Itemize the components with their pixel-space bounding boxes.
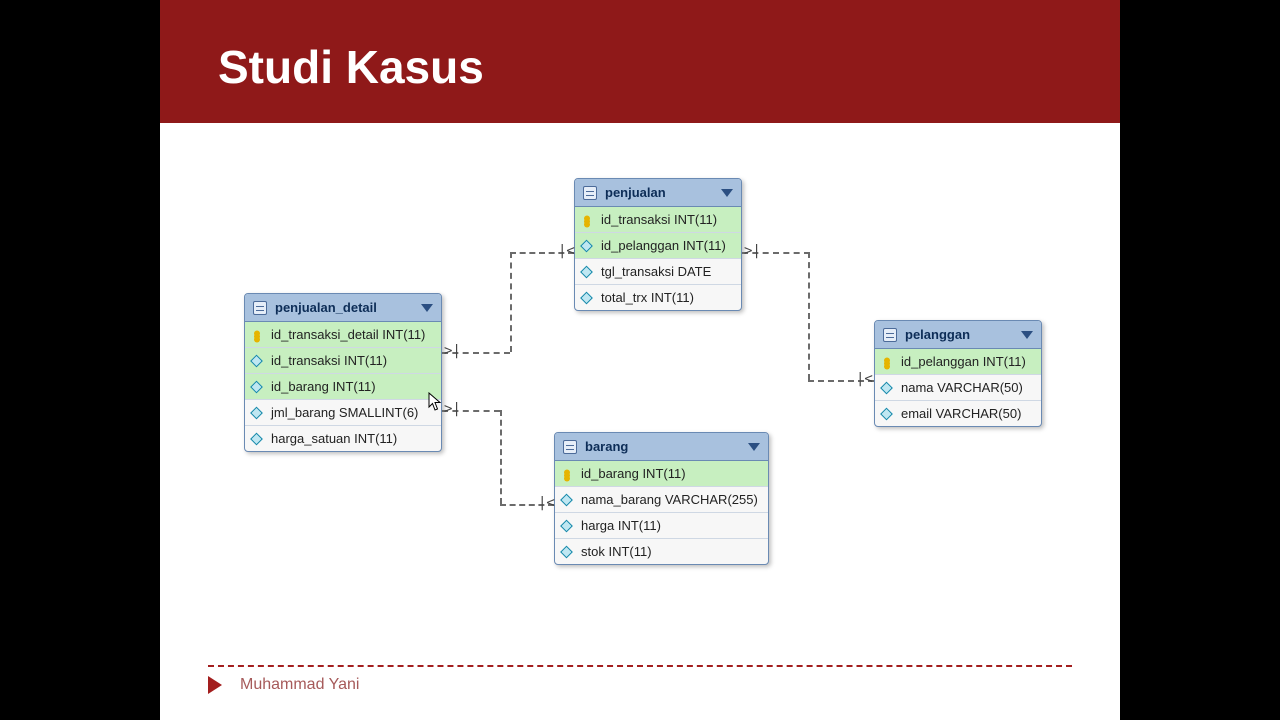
column-row: harga_satuan INT(11) [245, 425, 441, 451]
column-row: tgl_transaksi DATE [575, 258, 741, 284]
crowfoot-icon: >| [444, 402, 461, 416]
column-icon [880, 381, 893, 394]
fk-icon [250, 354, 263, 367]
play-icon [208, 676, 222, 694]
column-row: email VARCHAR(50) [875, 400, 1041, 426]
author-name: Muhammad Yani [240, 676, 359, 694]
pk-icon [882, 357, 891, 366]
column-label: id_pelanggan INT(11) [901, 354, 1026, 369]
entity-header[interactable]: pelanggan [875, 321, 1041, 349]
relation-rail [500, 410, 502, 504]
fk-icon [250, 380, 263, 393]
column-label: nama_barang VARCHAR(255) [581, 492, 758, 507]
column-label: email VARCHAR(50) [901, 406, 1021, 421]
column-row: id_barang INT(11) [555, 461, 768, 486]
relation-rail [510, 252, 512, 352]
column-label: tgl_transaksi DATE [601, 264, 711, 279]
column-label: nama VARCHAR(50) [901, 380, 1023, 395]
column-row: id_barang INT(11) [245, 373, 441, 399]
column-row: id_transaksi_detail INT(11) [245, 322, 441, 347]
relation-rail [808, 252, 810, 380]
column-row: stok INT(11) [555, 538, 768, 564]
column-icon [560, 493, 573, 506]
crowfoot-icon: >| [744, 244, 761, 258]
column-row: total_trx INT(11) [575, 284, 741, 310]
table-icon [563, 440, 577, 454]
entity-header[interactable]: penjualan_detail [245, 294, 441, 322]
column-row: id_pelanggan INT(11) [575, 232, 741, 258]
slide-header: Studi Kasus [160, 0, 1120, 123]
entity-header[interactable]: penjualan [575, 179, 741, 207]
pk-icon [252, 330, 261, 339]
entity-title: pelanggan [905, 327, 1021, 342]
entity-pelanggan[interactable]: pelanggan id_pelanggan INT(11) nama VARC… [874, 320, 1042, 427]
column-icon [250, 406, 263, 419]
fk-icon [580, 239, 593, 252]
table-icon [883, 328, 897, 342]
column-icon [580, 291, 593, 304]
column-label: id_transaksi_detail INT(11) [271, 327, 425, 342]
slide-stage: Studi Kasus penjualan id_transaksi INT(1… [160, 0, 1120, 720]
column-icon [250, 432, 263, 445]
column-row: nama VARCHAR(50) [875, 374, 1041, 400]
column-label: id_barang INT(11) [581, 466, 686, 481]
entity-penjualan[interactable]: penjualan id_transaksi INT(11) id_pelang… [574, 178, 742, 311]
column-label: harga_satuan INT(11) [271, 431, 397, 446]
slide-title: Studi Kasus [218, 40, 484, 94]
entity-title: penjualan [605, 185, 721, 200]
column-label: id_transaksi INT(11) [601, 212, 717, 227]
one-tick-icon: |< [856, 372, 873, 386]
entity-barang[interactable]: barang id_barang INT(11) nama_barang VAR… [554, 432, 769, 565]
crowfoot-icon: >| [444, 344, 461, 358]
column-label: harga INT(11) [581, 518, 661, 533]
entity-penjualan-detail[interactable]: penjualan_detail id_transaksi_detail INT… [244, 293, 442, 452]
table-icon [253, 301, 267, 315]
column-label: total_trx INT(11) [601, 290, 694, 305]
table-icon [583, 186, 597, 200]
column-row: id_transaksi INT(11) [245, 347, 441, 373]
column-label: id_pelanggan INT(11) [601, 238, 726, 253]
column-row: harga INT(11) [555, 512, 768, 538]
column-row: id_pelanggan INT(11) [875, 349, 1041, 374]
pk-icon [562, 469, 571, 478]
one-tick-icon: |< [558, 244, 575, 258]
column-row: nama_barang VARCHAR(255) [555, 486, 768, 512]
column-row: id_transaksi INT(11) [575, 207, 741, 232]
chevron-down-icon[interactable] [1021, 331, 1033, 339]
chevron-down-icon[interactable] [421, 304, 433, 312]
column-label: id_barang INT(11) [271, 379, 376, 394]
column-icon [560, 545, 573, 558]
column-label: jml_barang SMALLINT(6) [271, 405, 418, 420]
chevron-down-icon[interactable] [748, 443, 760, 451]
entity-title: penjualan_detail [275, 300, 421, 315]
column-icon [580, 265, 593, 278]
cursor-arrow-icon [428, 392, 442, 412]
column-icon [560, 519, 573, 532]
pk-icon [582, 215, 591, 224]
chevron-down-icon[interactable] [721, 189, 733, 197]
one-tick-icon: |< [538, 496, 555, 510]
column-row: jml_barang SMALLINT(6) [245, 399, 441, 425]
entity-header[interactable]: barang [555, 433, 768, 461]
entity-title: barang [585, 439, 748, 454]
column-label: id_transaksi INT(11) [271, 353, 387, 368]
column-label: stok INT(11) [581, 544, 652, 559]
column-icon [880, 407, 893, 420]
footer-divider [208, 665, 1072, 667]
